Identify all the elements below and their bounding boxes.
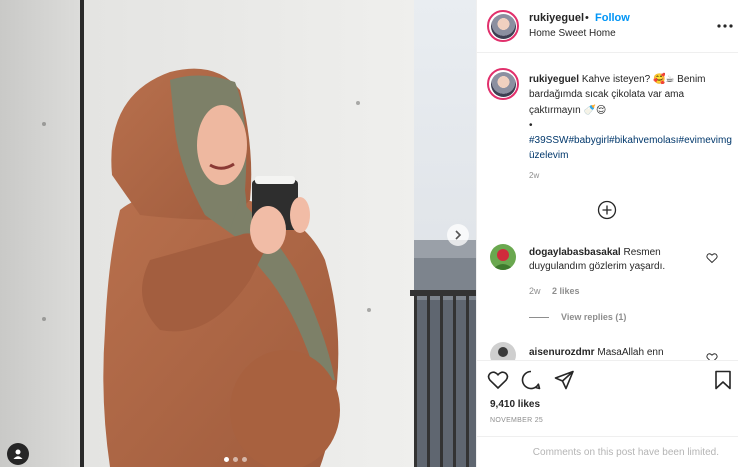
caption-avatar[interactable] xyxy=(487,68,519,100)
location-link[interactable]: Home Sweet Home xyxy=(529,28,616,39)
comment-username[interactable]: aisenurozdmr xyxy=(529,347,595,358)
follow-button[interactable]: Follow xyxy=(595,12,630,24)
comment-meta: 2w 2 likes xyxy=(529,286,589,296)
comment-username[interactable]: dogaylabasbasakal xyxy=(529,247,621,258)
post-actions: 9,410 likes NOVEMBER 25 Comments on this… xyxy=(477,360,738,467)
plus-circle-icon[interactable] xyxy=(597,200,617,220)
heart-icon[interactable] xyxy=(706,252,718,264)
view-replies-button[interactable]: View replies (1) xyxy=(529,312,626,322)
comment-text: dogaylabasbasakal Resmen duygulandım göz… xyxy=(529,246,707,274)
carousel-dot xyxy=(242,457,247,462)
comment-icon[interactable] xyxy=(520,369,542,391)
caption-timestamp[interactable]: 2w xyxy=(529,171,539,180)
user-icon xyxy=(13,449,23,459)
carousel-dot xyxy=(224,457,229,462)
post-image xyxy=(0,0,476,467)
comment-avatar[interactable] xyxy=(490,244,516,270)
tagged-users-button[interactable] xyxy=(7,443,29,465)
chevron-right-icon xyxy=(455,230,462,240)
caption-hashtags[interactable]: #39SSW#babygirl#bikahvemolası#evimevimgü… xyxy=(529,135,732,161)
post-header: rukiyeguel • Follow Home Sweet Home xyxy=(477,0,738,53)
comments-list[interactable]: rukiyeguel Kahve isteyen? 🥰☕ Benim barda… xyxy=(477,54,738,360)
avatar-image xyxy=(490,342,516,360)
username-link[interactable]: rukiyeguel xyxy=(529,12,584,24)
bookmark-icon[interactable] xyxy=(712,369,734,391)
carousel-next-button[interactable] xyxy=(447,224,469,246)
avatar[interactable] xyxy=(487,10,519,42)
share-icon[interactable] xyxy=(553,369,575,391)
carousel-dot xyxy=(233,457,238,462)
comments-limited-notice: Comments on this post have been limited. xyxy=(477,436,738,467)
separator-dot: • xyxy=(585,12,589,24)
heart-icon[interactable] xyxy=(706,352,718,360)
likes-count[interactable]: 9,410 likes xyxy=(490,399,540,410)
caption-bullet: • xyxy=(529,119,533,131)
comment-body: MasaAllah enn xyxy=(597,347,664,358)
post-date[interactable]: NOVEMBER 25 xyxy=(490,417,543,424)
comment-timestamp[interactable]: 2w xyxy=(529,286,541,296)
replies-line xyxy=(529,316,549,318)
view-replies-label: View replies (1) xyxy=(561,312,627,322)
post-photo[interactable] xyxy=(0,0,476,467)
post-details-panel: rukiyeguel • Follow Home Sweet Home ruki… xyxy=(476,0,738,467)
comment-avatar[interactable] xyxy=(490,342,516,360)
post-caption: rukiyeguel Kahve isteyen? 🥰☕ Benim barda… xyxy=(529,72,734,164)
avatar-image xyxy=(490,244,516,270)
more-horizontal-icon[interactable] xyxy=(715,16,735,36)
carousel-indicator xyxy=(224,457,247,462)
comments-limited-text: Comments on this post have been limited. xyxy=(532,447,719,458)
comment-text: aisenurozdmr MasaAllah enn xyxy=(529,346,707,360)
caption-username[interactable]: rukiyeguel xyxy=(529,74,579,85)
heart-icon[interactable] xyxy=(487,369,509,391)
comment-likes[interactable]: 2 likes xyxy=(552,286,580,296)
